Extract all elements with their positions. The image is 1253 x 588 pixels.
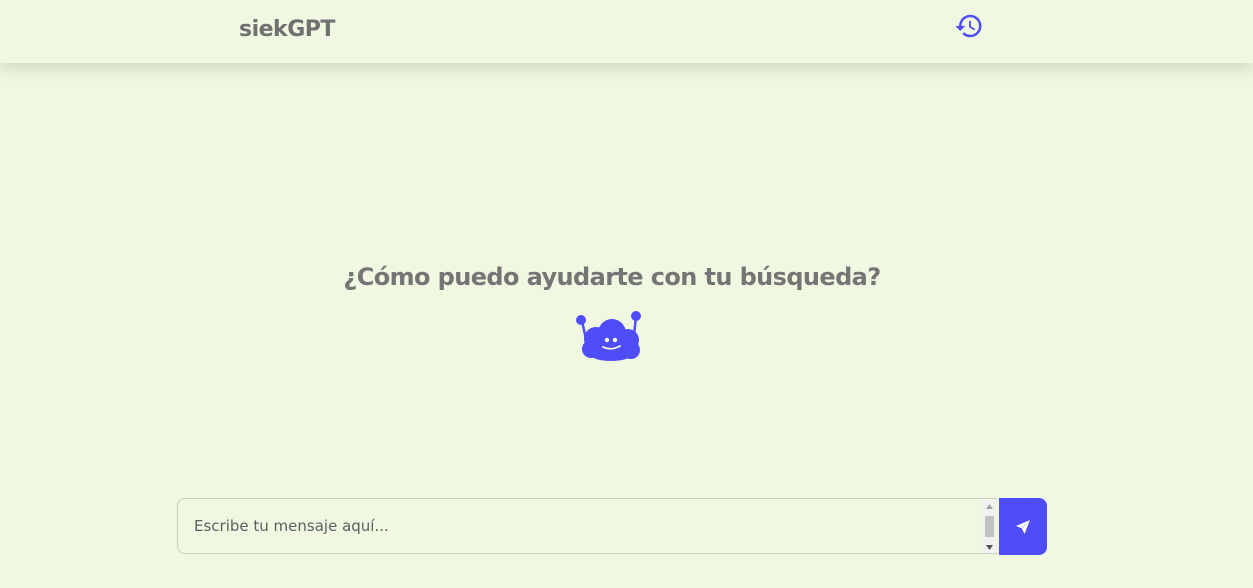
history-icon — [955, 14, 982, 38]
welcome-headline: ¿Cómo puedo ayudarte con tu búsqueda? — [343, 263, 881, 291]
robot-cloud-icon — [576, 311, 641, 361]
send-icon — [1016, 519, 1030, 534]
scroll-down-icon[interactable] — [982, 541, 997, 553]
scrollbar-thumb[interactable] — [985, 516, 994, 537]
scroll-up-icon[interactable] — [982, 500, 997, 512]
message-input[interactable] — [178, 499, 978, 553]
input-scrollbar[interactable] — [982, 500, 997, 553]
brand-logo[interactable]: siekGPT — [239, 17, 335, 42]
app-header: siekGPT — [0, 0, 1253, 63]
message-composer — [177, 498, 997, 554]
send-button[interactable] — [999, 498, 1047, 555]
history-button[interactable] — [953, 11, 985, 41]
